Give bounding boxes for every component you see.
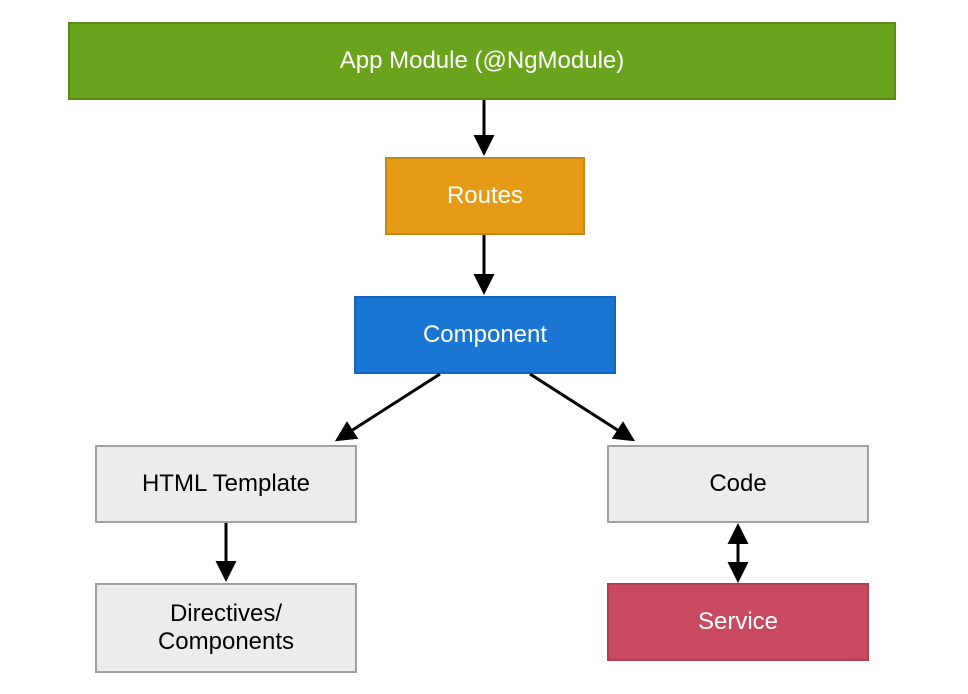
- node-routes-label: Routes: [447, 182, 523, 210]
- node-html-template: HTML Template: [95, 445, 357, 523]
- edge-component-htmltemplate: [340, 374, 440, 438]
- node-code-label: Code: [709, 470, 766, 498]
- architecture-diagram: App Module (@NgModule) Routes Component …: [0, 0, 968, 694]
- node-directives: Directives/ Components: [95, 583, 357, 673]
- node-service-label: Service: [698, 608, 778, 636]
- node-app-module: App Module (@NgModule): [68, 22, 896, 100]
- node-directives-label: Directives/ Components: [158, 600, 294, 656]
- node-service: Service: [607, 583, 869, 661]
- node-code: Code: [607, 445, 869, 523]
- node-component-label: Component: [423, 321, 547, 349]
- node-html-template-label: HTML Template: [142, 470, 310, 498]
- node-component: Component: [354, 296, 616, 374]
- node-app-module-label: App Module (@NgModule): [340, 47, 625, 75]
- edge-component-code: [530, 374, 630, 438]
- node-routes: Routes: [385, 157, 585, 235]
